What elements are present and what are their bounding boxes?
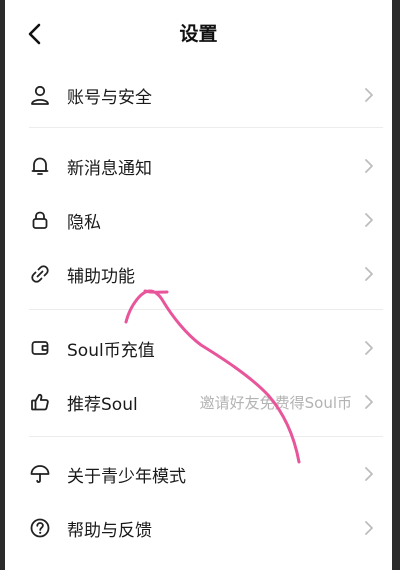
umbrella-icon	[29, 463, 51, 485]
divider	[29, 127, 383, 128]
settings-item-label: 隐私	[67, 212, 101, 233]
settings-item-help-feedback[interactable]: 帮助与反馈	[5, 506, 392, 550]
settings-item-label: 账号与安全	[67, 87, 152, 108]
help-icon	[29, 517, 51, 539]
chevron-right-icon	[362, 157, 376, 175]
settings-item-notifications[interactable]: 新消息通知	[5, 144, 392, 188]
page-title: 设置	[179, 23, 218, 45]
settings-item-label: 推荐Soul	[67, 394, 138, 415]
settings-item-label: 辅助功能	[67, 266, 135, 287]
bell-icon	[29, 155, 51, 177]
settings-item-privacy[interactable]: 隐私	[5, 198, 392, 242]
settings-item-teen-mode[interactable]: 关于青少年模式	[5, 452, 392, 496]
invite-hint: 邀请好友免费得Soul币	[199, 393, 352, 412]
chevron-right-icon	[362, 265, 376, 283]
link-icon	[29, 263, 51, 285]
settings-item-soul-coin-recharge[interactable]: Soul币充值	[5, 326, 392, 370]
lock-icon	[29, 209, 51, 231]
chevron-right-icon	[362, 393, 376, 411]
settings-item-label: 帮助与反馈	[67, 520, 152, 541]
chevron-right-icon	[362, 86, 376, 104]
chevron-right-icon	[362, 519, 376, 537]
chevron-right-icon	[362, 465, 376, 483]
wallet-icon	[29, 337, 51, 359]
user-icon	[29, 84, 51, 106]
settings-item-label: 新消息通知	[67, 158, 152, 179]
divider	[29, 436, 383, 437]
settings-item-accessibility[interactable]: 辅助功能	[5, 252, 392, 296]
divider	[29, 309, 383, 310]
settings-screen: 设置 账号与安全 新消息通知 隐私 辅助功能 Soul币充值 推荐Soul 邀请…	[5, 0, 392, 570]
settings-item-label: 关于青少年模式	[67, 466, 186, 487]
settings-item-recommend-soul[interactable]: 推荐Soul 邀请好友免费得Soul币	[5, 380, 392, 424]
thumbs-up-icon	[29, 391, 51, 413]
chevron-right-icon	[362, 211, 376, 229]
settings-item-label: Soul币充值	[67, 340, 155, 361]
chevron-right-icon	[362, 339, 376, 357]
header: 设置	[5, 0, 392, 66]
settings-item-account[interactable]: 账号与安全	[5, 73, 392, 117]
